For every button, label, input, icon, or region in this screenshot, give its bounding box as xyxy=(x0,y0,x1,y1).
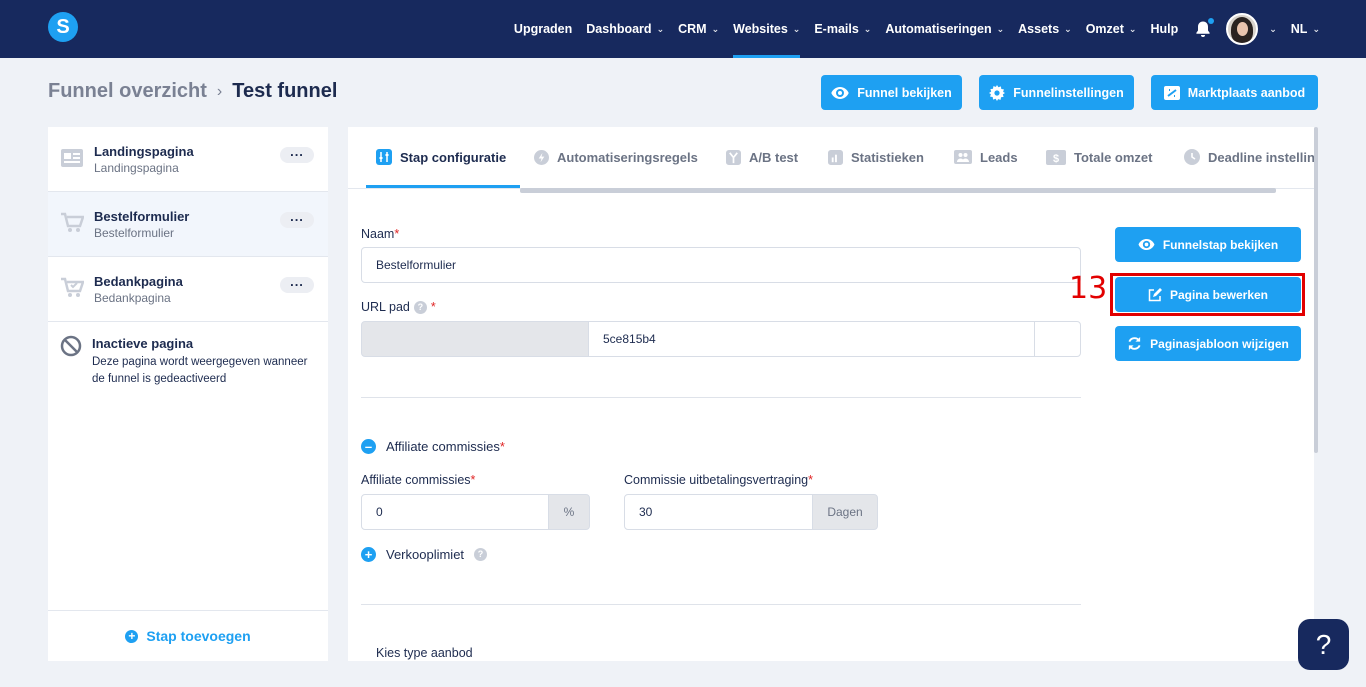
plus-circle-icon: + xyxy=(125,629,139,643)
marketplace-icon xyxy=(1163,85,1180,100)
view-funnel-button[interactable]: Funnel bekijken xyxy=(821,75,962,110)
tab-stap-configuratie[interactable]: Stap configuratie xyxy=(365,127,521,188)
annotation-label: 13 xyxy=(1069,271,1108,306)
block-icon xyxy=(60,335,82,357)
tab-totale-omzet[interactable]: $ Totale omzet xyxy=(1046,127,1153,187)
nav-upgraden[interactable]: Upgraden xyxy=(514,0,572,58)
cart-icon xyxy=(61,212,84,232)
nav-omzet[interactable]: Omzet ⌄ xyxy=(1086,0,1137,58)
tab-bar: Stap configuratie Automatiseringsregels … xyxy=(348,127,1314,193)
divider xyxy=(361,604,1081,605)
nav-assets[interactable]: Assets ⌄ xyxy=(1018,0,1072,58)
top-navbar: S Upgraden Dashboard ⌄ CRM ⌄ Websites ⌄ E-m… xyxy=(0,0,1366,58)
breadcrumb: Funnel overzicht › Test funnel xyxy=(48,80,337,103)
chevron-down-icon: ⌄ xyxy=(1064,23,1072,34)
url-suffix xyxy=(1034,321,1081,357)
url-label: URL pad ? * xyxy=(361,300,436,314)
breadcrumb-parent[interactable]: Funnel overzicht xyxy=(48,80,207,103)
dollar-icon: $ xyxy=(1046,149,1066,165)
chevron-down-icon: ⌄ xyxy=(1312,23,1320,34)
vertical-scrollbar[interactable] xyxy=(1314,127,1318,453)
step-config-panel: Stap configuratie Automatiseringsregels … xyxy=(348,127,1314,661)
clock-icon xyxy=(1184,149,1200,165)
eye-icon xyxy=(831,86,849,99)
chevron-down-icon: ⌄ xyxy=(863,23,872,34)
nav-hulp[interactable]: Hulp xyxy=(1150,0,1178,58)
logo-icon[interactable]: S xyxy=(48,12,78,42)
sliders-icon xyxy=(376,149,392,165)
nav-websites[interactable]: Websites ⌄ xyxy=(733,0,801,58)
more-options-button[interactable]: ... xyxy=(280,145,314,163)
svg-text:$: $ xyxy=(1053,153,1059,165)
nav-emails[interactable]: E-mails ⌄ xyxy=(814,0,871,58)
view-step-button[interactable]: Funnelstap bekijken xyxy=(1115,227,1301,262)
page-title: Test funnel xyxy=(232,80,338,102)
help-chat-button[interactable]: ? xyxy=(1298,619,1349,670)
nav-links: Upgraden Dashboard ⌄ CRM ⌄ Websites ⌄ E-mai… xyxy=(500,0,1320,58)
days-addon: Dagen xyxy=(812,494,878,530)
step-bedankpagina[interactable]: Bedankpagina Bedankpagina ... xyxy=(48,257,328,322)
chevron-down-icon: ⌄ xyxy=(792,23,801,34)
payout-delay-label: Commissie uitbetalingsvertraging* xyxy=(624,473,813,487)
affiliate-toggle[interactable]: – Affiliate commissies* xyxy=(361,439,505,454)
url-path-input[interactable]: 5ce815b4 xyxy=(588,321,1035,357)
tab-statistieken[interactable]: Statistieken xyxy=(828,127,924,187)
chevron-down-icon: ⌄ xyxy=(996,23,1005,34)
funnel-steps-panel: Landingspagina Landingspagina ... Bestel… xyxy=(48,127,328,661)
funnel-settings-button[interactable]: Funnelinstellingen xyxy=(979,75,1134,110)
tab-scrollbar[interactable] xyxy=(520,188,1276,193)
chevron-right-icon: › xyxy=(216,82,223,100)
nav-crm[interactable]: CRM ⌄ xyxy=(678,0,719,58)
cart-check-icon xyxy=(61,277,84,297)
change-template-button[interactable]: Paginasjabloon wijzigen xyxy=(1115,326,1301,361)
add-step-button[interactable]: + Stap toevoegen xyxy=(48,610,328,661)
chevron-down-icon: ⌄ xyxy=(1269,23,1277,34)
affiliate-input[interactable]: 0 xyxy=(361,494,550,530)
sales-limit-toggle[interactable]: + Verkooplimiet ? xyxy=(361,547,488,562)
split-icon xyxy=(726,149,741,165)
avatar[interactable] xyxy=(1226,13,1259,45)
plus-circle-icon: + xyxy=(361,547,376,562)
chevron-down-icon: ⌄ xyxy=(711,23,720,34)
marketplace-button[interactable]: Marktplaats aanbod xyxy=(1151,75,1318,110)
refresh-icon xyxy=(1128,336,1141,351)
percent-addon: % xyxy=(548,494,590,530)
chevron-down-icon: ⌄ xyxy=(656,23,665,34)
highlight-box xyxy=(1110,273,1305,316)
nav-dashboard[interactable]: Dashboard ⌄ xyxy=(586,0,664,58)
minus-circle-icon: – xyxy=(361,439,376,454)
help-icon[interactable]: ? xyxy=(474,548,488,561)
eye-icon xyxy=(1138,239,1155,250)
language-selector[interactable]: NL ⌄ xyxy=(1291,0,1320,58)
page-icon xyxy=(61,149,83,167)
avatar-menu[interactable]: ⌄ xyxy=(1264,0,1277,58)
tab-leads[interactable]: Leads xyxy=(954,127,1018,187)
tab-deadline-instellingen[interactable]: Deadline instellin xyxy=(1184,127,1314,187)
gear-icon xyxy=(989,84,1006,101)
users-icon xyxy=(954,150,972,164)
affiliate-label: Affiliate commissies* xyxy=(361,473,476,487)
more-options-button[interactable]: ... xyxy=(280,210,314,228)
step-bestelformulier[interactable]: Bestelformulier Bestelformulier ... xyxy=(48,192,328,257)
tab-ab-test[interactable]: A/B test xyxy=(726,127,798,187)
url-prefix xyxy=(361,321,589,357)
nav-automatiseringen[interactable]: Automatiseringen ⌄ xyxy=(885,0,1004,58)
help-icon[interactable]: ? xyxy=(413,300,427,314)
name-input[interactable]: Bestelformulier xyxy=(361,247,1081,283)
step-landingspagina[interactable]: Landingspagina Landingspagina ... xyxy=(48,127,328,192)
bolt-icon xyxy=(534,149,549,165)
bell-icon[interactable] xyxy=(1194,18,1215,38)
chevron-down-icon: ⌄ xyxy=(1128,23,1137,34)
payout-delay-input[interactable]: 30 xyxy=(624,494,814,530)
chart-icon xyxy=(828,149,843,165)
name-label: Naam* xyxy=(361,227,400,241)
tab-automatiseringsregels[interactable]: Automatiseringsregels xyxy=(534,127,698,187)
more-options-button[interactable]: ... xyxy=(280,275,314,293)
divider xyxy=(361,397,1081,398)
offer-type-label: Kies type aanbod xyxy=(376,646,473,660)
